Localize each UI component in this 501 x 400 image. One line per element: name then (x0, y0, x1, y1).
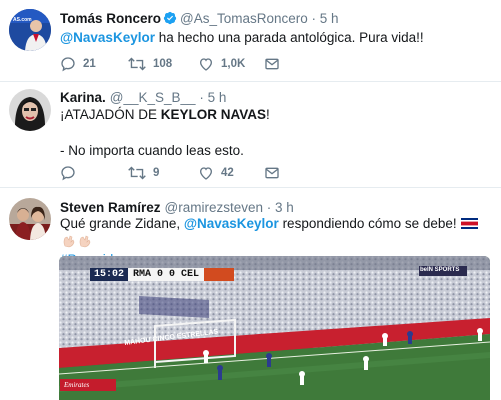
tweet-line-1: ¡ATAJADÓN DE KEYLOR NAVAS! (60, 106, 490, 124)
clapping-hands-icon (62, 234, 76, 248)
tweet-2[interactable]: Karina. @__K_S_B__ · 5 h ¡ATAJADÓN DE KEY… (0, 82, 501, 188)
match-clock: 15:02 (90, 268, 129, 281)
avatar-image (9, 89, 51, 131)
tweet-line-2: - No importa cuando leas esto. (60, 143, 244, 158)
retweet-icon (128, 57, 146, 71)
heart-icon (199, 58, 213, 71)
reply-icon (61, 166, 75, 181)
reply-count: 21 (83, 58, 96, 70)
avatar-image (9, 198, 51, 240)
envelope-icon (265, 58, 279, 70)
ad-small-text: Emirates (64, 381, 90, 389)
like-count: 42 (221, 167, 234, 179)
tweet-header: Karina. @__K_S_B__ · 5 h (60, 90, 226, 105)
retweet-button[interactable]: 108 (128, 55, 172, 73)
mention-link[interactable]: @NavasKeylor (184, 216, 279, 231)
avatar[interactable] (9, 198, 51, 240)
text-strong: KEYLOR NAVAS (160, 107, 267, 122)
verified-badge-icon (163, 11, 177, 28)
retweet-count: 108 (153, 58, 173, 70)
time-separator: · (263, 200, 276, 215)
tweet-header: Steven Ramírez @ramirezsteven · 3 h (60, 200, 294, 215)
broadcaster-logo (204, 268, 235, 281)
like-count: 1,0K (221, 58, 246, 70)
avatar-text: AS.com (13, 17, 32, 23)
tweet-text-body: ha hecho una parada antológica. Pura vid… (154, 30, 424, 45)
reply-icon (61, 57, 75, 72)
direct-message-button[interactable] (264, 164, 280, 182)
tweet-text: ¡ATAJADÓN DE KEYLOR NAVAS! - No importa … (60, 106, 490, 160)
match-score: RMA 0 0 CEL (128, 268, 205, 281)
time-separator: · (195, 90, 208, 105)
avatar[interactable] (9, 89, 51, 131)
retweet-icon (128, 166, 146, 180)
clapping-hands-icon (78, 234, 92, 248)
heart-icon (199, 167, 213, 180)
text-prefix: Qué grande Zidane, (60, 216, 184, 231)
tweet-1[interactable]: AS.com Tomás Roncero @As_TomasRoncero · 5… (0, 0, 501, 82)
like-button[interactable]: 42 (198, 164, 234, 182)
timestamp[interactable]: 5 h (208, 90, 227, 105)
timestamp[interactable]: 5 h (320, 11, 339, 26)
text-prefix: ¡ATAJADÓN DE (60, 107, 161, 122)
handle[interactable]: @As_TomasRoncero (180, 11, 308, 26)
scoreboard: 15:02 RMA 0 0 CEL (90, 268, 235, 281)
text-suffix: ! (266, 107, 270, 122)
tv-logo: beIN SPORTS (420, 267, 460, 273)
retweet-button[interactable]: 9 (128, 164, 159, 182)
handle[interactable]: @ramirezsteven (165, 200, 263, 215)
mention-link[interactable]: @NavasKeylor (60, 30, 155, 45)
handle[interactable]: @__K_S_B__ (110, 90, 196, 105)
tweet-line-1: Qué grande Zidane, @NavasKeylor respondi… (60, 215, 490, 251)
display-name[interactable]: Karina. (60, 90, 106, 105)
tweet-text: @NavasKeylor ha hecho una parada antológ… (60, 29, 490, 47)
display-name[interactable]: Steven Ramírez (60, 200, 161, 215)
avatar[interactable]: AS.com (9, 9, 51, 51)
retweet-count: 9 (153, 167, 160, 179)
like-button[interactable]: 1,0K (198, 55, 245, 73)
text-suffix: respondiendo cómo se debe! (278, 216, 457, 231)
reply-button[interactable] (60, 164, 76, 182)
tweet-header: Tomás Roncero @As_TomasRoncero · 5 h (60, 11, 339, 28)
envelope-icon (265, 167, 279, 179)
direct-message-button[interactable] (264, 55, 280, 73)
timestamp[interactable]: 3 h (275, 200, 294, 215)
avatar-image: AS.com (9, 9, 51, 51)
reply-button[interactable]: 21 (60, 55, 96, 73)
costa-rica-flag-icon (460, 216, 478, 229)
time-separator: · (307, 11, 320, 26)
display-name[interactable]: Tomás Roncero (60, 11, 161, 26)
embedded-video[interactable]: 15:02 RMA 0 0 CEL beIN SPORTS MAHOU CINC… (59, 256, 490, 400)
